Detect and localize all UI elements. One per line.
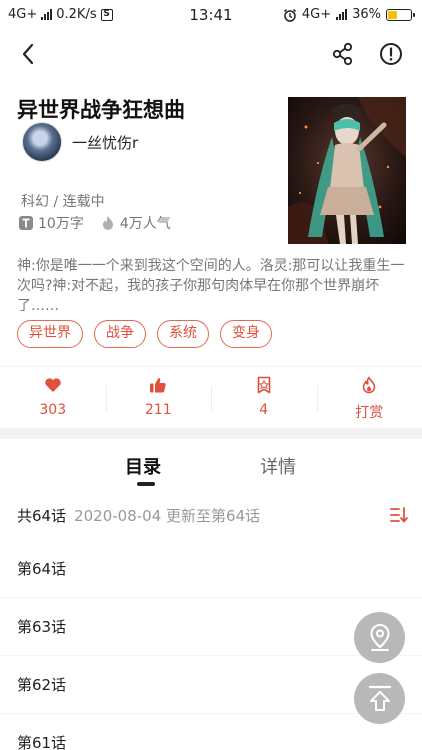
tag-isekai[interactable]: 异世界 [17, 320, 83, 348]
word-count: 10万字 [38, 216, 84, 232]
battery-icon [386, 8, 415, 21]
catalog-summary: 共64话 2020-08-04 更新至第64话 [17, 505, 409, 526]
reward-button[interactable]: 打赏 [316, 372, 422, 428]
chapter-item[interactable]: 第64话 [0, 540, 422, 598]
tab-catalog[interactable]: 目录 [125, 453, 161, 479]
network-right-label: 4G+ [301, 7, 332, 22]
locate-chapter-button[interactable] [354, 612, 405, 663]
tag-transform[interactable]: 变身 [220, 320, 272, 348]
flame-icon [362, 376, 376, 394]
tab-detail[interactable]: 详情 [260, 453, 296, 479]
cover-illustration [288, 97, 406, 244]
popularity-flame-icon [102, 216, 113, 230]
tab-bar: 目录 详情 [0, 447, 422, 491]
tag-system[interactable]: 系统 [157, 320, 209, 348]
genre-status: 科幻 / 连载中 [21, 194, 105, 210]
book-stats: 10万字 4万人气 [18, 213, 171, 233]
update-info: 2020-08-04 更新至第64话 [74, 507, 261, 525]
chapter-count: 共64话 [17, 507, 67, 525]
ticket-button[interactable]: 4 [211, 372, 317, 428]
info-icon[interactable] [377, 40, 405, 68]
book-description[interactable]: 神:你是唯一一个来到我这个空间的人。洛灵:那可以让我重生一次吗?神:对不起，我的… [17, 256, 409, 316]
alarm-icon [283, 8, 296, 22]
section-divider [0, 428, 422, 439]
book-cover[interactable] [288, 97, 406, 244]
popularity: 4万人气 [119, 216, 171, 232]
favorite-button[interactable]: 303 [0, 372, 106, 428]
divider [0, 366, 422, 367]
favorite-count: 303 [39, 402, 67, 418]
battery-percent: 36% [352, 7, 381, 22]
like-button[interactable]: 211 [105, 372, 212, 428]
sort-order-icon[interactable] [389, 506, 409, 524]
status-bar: 4G+ 0.2K/s S 13:41 4G+ 36% [0, 0, 422, 30]
reward-label: 打赏 [355, 405, 384, 421]
chapter-item[interactable]: 第61话 [0, 714, 422, 750]
arrow-up-icon [368, 685, 391, 711]
ticket-count: 4 [259, 402, 269, 418]
author-row[interactable]: 一丝忧伤r [22, 122, 138, 162]
heart-icon [45, 378, 61, 392]
tag-list: 异世界 战争 系统 变身 [17, 320, 272, 348]
top-nav [0, 36, 422, 74]
action-bar: 303 211 4 打赏 [0, 372, 422, 428]
thumbs-up-icon [150, 378, 166, 393]
back-icon[interactable] [16, 40, 44, 68]
bookmark-ticket-icon [257, 376, 271, 394]
share-icon[interactable] [329, 40, 357, 68]
active-tab-indicator [137, 482, 155, 486]
tag-war[interactable]: 战争 [94, 320, 146, 348]
battery-fill [388, 10, 397, 19]
back-to-top-button[interactable] [354, 673, 405, 724]
author-avatar[interactable] [22, 122, 62, 162]
signal-right-icon [336, 9, 348, 20]
text-count-icon [19, 216, 33, 230]
author-name[interactable]: 一丝忧伤r [72, 132, 138, 153]
status-right: 4G+ 36% [283, 7, 415, 22]
book-title: 异世界战争狂想曲 [17, 98, 185, 122]
location-pin-icon [369, 623, 390, 651]
like-count: 211 [144, 402, 172, 418]
